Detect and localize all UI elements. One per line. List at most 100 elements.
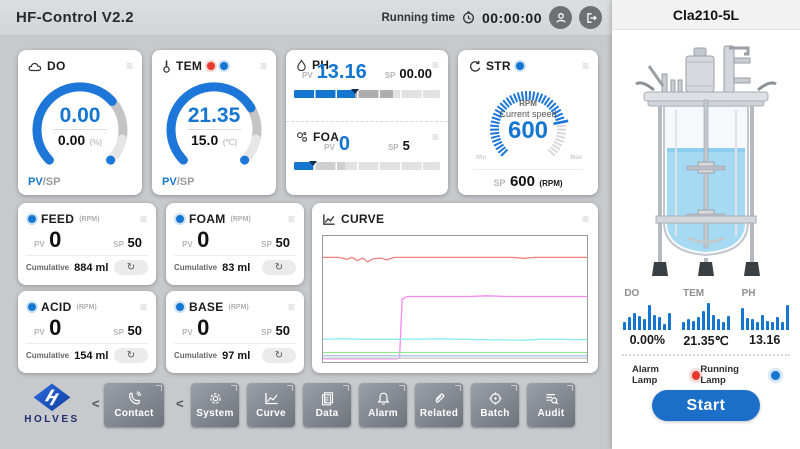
- do-gauge: 0.00 0.00 (%): [22, 75, 138, 171]
- foa-section: FOA ≡ PV 0 SP 5: [286, 121, 448, 192]
- feed-reset-button[interactable]: ↻: [114, 260, 148, 275]
- feed-card: FEED (RPM) ≡ PV 0 SP 50 Cumulative 884 m…: [18, 203, 156, 285]
- do-unit: (%): [90, 138, 102, 147]
- acid-label: ACID: [41, 300, 72, 314]
- curve-menu-icon[interactable]: ≡: [582, 214, 589, 224]
- tem-pv-value: 21.35: [156, 105, 272, 127]
- nav-system-button[interactable]: System: [191, 383, 239, 427]
- do-card-label: DO: [47, 59, 66, 73]
- foam-menu-icon[interactable]: ≡: [288, 214, 295, 224]
- foa-menu-icon[interactable]: ≡: [432, 132, 439, 142]
- nav-related-button[interactable]: Related: [415, 383, 463, 427]
- str-menu-icon[interactable]: ≡: [582, 61, 589, 71]
- holves-logo: HOLVES: [16, 382, 88, 425]
- str-gauge: RPM Current speed 600 Min Max: [462, 73, 594, 173]
- tem-minibar-chart: [680, 302, 732, 330]
- ph-marker: [351, 89, 359, 94]
- base-reset-button[interactable]: ↻: [262, 348, 296, 363]
- feed-cumulative-value: 884 ml: [74, 262, 108, 274]
- stat-do: DO 0.00%: [621, 288, 673, 348]
- curve-title: CURVE: [341, 212, 384, 226]
- nav-curve-button[interactable]: Curve: [247, 383, 295, 427]
- do-minibar-chart: [621, 302, 673, 330]
- base-card: BASE (RPM) ≡ PV 0 SP 50 Cumulative 97 ml…: [166, 291, 304, 373]
- curve-plot-area[interactable]: [322, 235, 588, 363]
- acid-card: ACID (RPM) ≡ PV 0 SP 50 Cumulative 154 m…: [18, 291, 156, 373]
- feed-pv-value: 0: [49, 228, 61, 252]
- alarm-lamp: Alarm Lamp: [632, 364, 700, 386]
- start-button[interactable]: Start: [652, 390, 760, 421]
- brand-name: HOLVES: [16, 414, 88, 425]
- ph-foa-card: PH ≡ PV 13.16 SP 00.00 FOA: [286, 50, 448, 195]
- str-card: STR ≡ RPM Current speed 600 Min Max SP 6…: [458, 50, 598, 195]
- base-pv-value: 0: [197, 316, 209, 340]
- foa-sp-value: 5: [403, 138, 410, 153]
- running-lamp-dot: [771, 371, 780, 380]
- device-panel: Cla210-5L: [612, 0, 800, 449]
- base-cumulative-value: 97 ml: [222, 350, 250, 362]
- foam-reset-button[interactable]: ↻: [262, 260, 296, 275]
- ph-sp-value: 00.00: [399, 66, 432, 81]
- nav-contact-button[interactable]: Contact: [104, 383, 164, 427]
- ph-minibar-chart: [739, 302, 791, 330]
- str-sp-value: 600: [510, 173, 535, 190]
- ph-menu-icon[interactable]: ≡: [432, 60, 439, 70]
- tem-sp-value: 15.0: [191, 132, 218, 148]
- cloud-icon: [28, 61, 42, 72]
- nav-chevron-left-2[interactable]: <: [176, 396, 184, 411]
- acid-sp-value: 50: [128, 323, 142, 338]
- clock-icon: [462, 11, 475, 24]
- foa-progress-bar: [294, 162, 440, 170]
- ph-progress-bar: [294, 90, 440, 98]
- acid-reset-button[interactable]: ↻: [114, 348, 148, 363]
- rotate-icon: [468, 60, 481, 73]
- acid-pv-value: 0: [49, 316, 61, 340]
- tem-menu-icon[interactable]: ≡: [260, 61, 267, 71]
- acid-menu-icon[interactable]: ≡: [140, 302, 147, 312]
- foa-label: FOA: [313, 130, 339, 144]
- alarm-lamp-dot: [692, 371, 701, 380]
- foam-pv-value: 0: [197, 228, 209, 252]
- tem-card-label: TEM: [176, 59, 202, 73]
- nav-batch-button[interactable]: Batch: [471, 383, 519, 427]
- running-time-value: 00:00:00: [482, 10, 542, 26]
- dotted-divider: [622, 354, 790, 356]
- do-pvsp-legend: PV/SP: [28, 176, 60, 188]
- foa-pv-label: PV: [324, 143, 335, 152]
- feed-sp-value: 50: [128, 235, 142, 250]
- tem-pvsp-legend: PV/SP: [162, 176, 194, 188]
- do-menu-icon[interactable]: ≡: [126, 61, 133, 71]
- tem-card: TEM ≡ 21.35 15.0 (℃) PV/SP: [152, 50, 276, 195]
- app-title: HF-Control V2.2: [16, 9, 134, 26]
- stat-ph: PH 13.16: [739, 288, 791, 348]
- foa-pv-value: 0: [339, 133, 350, 156]
- base-menu-icon[interactable]: ≡: [288, 302, 295, 312]
- running-lamp: Running Lamp: [700, 364, 780, 386]
- nav-audit-button[interactable]: Audit: [527, 383, 575, 427]
- app-window: HF-Control V2.2 Running time 00:00:00 DO…: [0, 0, 800, 449]
- tem-stat-value: 21.35℃: [680, 333, 732, 348]
- base-indicator: [176, 303, 184, 311]
- acid-cumulative-value: 154 ml: [74, 350, 108, 362]
- device-title: Cla210-5L: [612, 0, 800, 30]
- curve-card: CURVE ≡: [312, 203, 598, 373]
- stat-tem: TEM 21.35℃: [680, 288, 732, 348]
- tem-unit: (℃): [223, 138, 237, 147]
- nav-chevron-left-1[interactable]: <: [92, 396, 100, 411]
- feed-menu-icon[interactable]: ≡: [140, 214, 147, 224]
- foam-indicator: [176, 215, 184, 223]
- ph-pv-label: PV: [302, 71, 313, 80]
- do-stat-value: 0.00%: [621, 333, 673, 347]
- chart-icon: [322, 213, 336, 226]
- user-account-button[interactable]: [549, 6, 572, 29]
- logout-button[interactable]: [579, 6, 602, 29]
- device-stats: DO 0.00% TEM 21.35℃ PH 13.16: [618, 288, 794, 348]
- foam-sp-value: 50: [276, 235, 290, 250]
- base-sp-value: 50: [276, 323, 290, 338]
- foa-sp-label: SP: [388, 143, 399, 152]
- bubbles-icon: [296, 131, 308, 143]
- nav-data-button[interactable]: Data: [303, 383, 351, 427]
- nav-alarm-button[interactable]: Alarm: [359, 383, 407, 427]
- str-rpm-label: RPM: [462, 99, 594, 108]
- ph-stat-value: 13.16: [739, 333, 791, 347]
